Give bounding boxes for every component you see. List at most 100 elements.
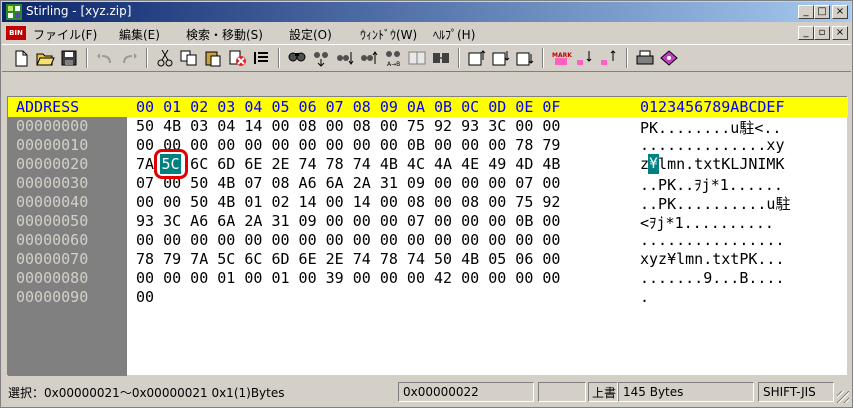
row-hex[interactable]: 93 3C A6 6A 2A 31 09 00 00 00 07 00 00 0… bbox=[136, 212, 560, 230]
hex-editor[interactable]: ADDRESS 00 01 02 03 04 05 06 07 08 09 0A… bbox=[7, 96, 848, 376]
jump-icon[interactable] bbox=[430, 48, 452, 68]
row-address: 00000040 bbox=[16, 193, 89, 211]
new-icon[interactable] bbox=[10, 48, 32, 68]
row-ascii[interactable]: xyz¥lmn.txtPK... bbox=[640, 250, 785, 268]
file-size-status: 145 Bytes bbox=[618, 382, 754, 402]
title-bar[interactable]: Stirling - [xyz.zip] _ □ × bbox=[2, 2, 851, 22]
find-up-icon[interactable] bbox=[358, 48, 380, 68]
row-ascii[interactable]: . bbox=[640, 288, 649, 306]
toolbar-separator bbox=[458, 48, 460, 68]
print-icon[interactable] bbox=[634, 48, 656, 68]
empty-status-field bbox=[538, 382, 586, 402]
redo-icon[interactable] bbox=[118, 48, 140, 68]
row-hex[interactable]: 00 00 50 4B 01 02 14 00 14 00 08 00 08 0… bbox=[136, 193, 560, 211]
delete-icon[interactable] bbox=[226, 48, 248, 68]
menu-help[interactable]: ﾍﾙﾌﾟ(H) bbox=[433, 26, 475, 43]
app-window: Stirling - [xyz.zip] _ □ × BIN ファイル(F) 編… bbox=[0, 0, 853, 408]
stirling-app-icon[interactable] bbox=[6, 4, 22, 20]
menu-settings[interactable]: 設定(O) bbox=[289, 26, 332, 43]
row-ascii[interactable]: ..PK..ｦj*1...... bbox=[640, 174, 783, 195]
mark-up-icon[interactable] bbox=[598, 48, 620, 68]
mark-icon[interactable]: MARK bbox=[550, 48, 572, 68]
doc-close-button[interactable]: × bbox=[832, 26, 848, 40]
close-icon: × bbox=[835, 6, 845, 17]
row-hex[interactable]: 00 bbox=[136, 288, 154, 306]
bookmark-set-icon[interactable] bbox=[466, 48, 488, 68]
column-header: ADDRESS 00 01 02 03 04 05 06 07 08 09 0A… bbox=[8, 97, 848, 117]
doc-restore-button[interactable]: ▫ bbox=[814, 26, 830, 40]
toolbar-separator bbox=[278, 48, 280, 68]
row-hex[interactable]: 7A 6C 6D 6E 2E 74 78 74 4B 4C 4A 4E 49 4… bbox=[136, 155, 560, 173]
doc-close-icon: × bbox=[835, 27, 845, 38]
hex-row: 00000090 00 . bbox=[8, 288, 848, 308]
row-hex[interactable]: 00 00 00 00 00 00 00 00 00 00 0B 00 00 0… bbox=[136, 136, 560, 154]
toolbar-separator bbox=[86, 48, 88, 68]
menu-file[interactable]: ファイル(F) bbox=[33, 26, 97, 43]
svg-text:MARK: MARK bbox=[552, 52, 572, 59]
hex-row: 00000050 93 3C A6 6A 2A 31 09 00 00 00 0… bbox=[8, 212, 848, 232]
row-address: 00000090 bbox=[16, 288, 89, 306]
row-hex[interactable]: 78 79 7A 5C 6C 6D 6E 2E 74 78 74 50 4B 0… bbox=[136, 250, 560, 268]
address-header: ADDRESS bbox=[16, 98, 80, 116]
hex-row: 00000060 00 00 00 00 00 00 00 00 00 00 0… bbox=[8, 231, 848, 251]
svg-text:A→B: A→B bbox=[387, 61, 400, 68]
menu-bar: BIN ファイル(F) 編集(E) 検索・移動(S) 設定(O) ｳｨﾝﾄﾞｳ(… bbox=[2, 23, 851, 43]
minimize-icon: _ bbox=[803, 6, 809, 17]
copy-icon[interactable] bbox=[178, 48, 200, 68]
row-ascii[interactable]: ..............xy bbox=[640, 136, 785, 154]
maximize-button[interactable]: □ bbox=[814, 5, 830, 19]
row-address: 00000070 bbox=[16, 250, 89, 268]
open-icon[interactable] bbox=[34, 48, 56, 68]
row-hex[interactable]: 00 00 00 00 00 00 00 00 00 00 00 00 00 0… bbox=[136, 231, 560, 249]
paste-icon[interactable] bbox=[202, 48, 224, 68]
highlight-circle bbox=[154, 149, 188, 179]
overwrite-mode-status: 上書 bbox=[592, 386, 616, 400]
close-button[interactable]: × bbox=[832, 5, 848, 19]
bookmark-next-icon[interactable] bbox=[490, 48, 512, 68]
hex-row: 00000030 07 00 50 4B 07 08 A6 6A 2A 31 0… bbox=[8, 174, 848, 194]
find-down-icon[interactable] bbox=[334, 48, 356, 68]
toolbar: A→B MARK bbox=[2, 44, 851, 72]
find-next-icon[interactable] bbox=[310, 48, 332, 68]
row-hex[interactable]: 00 00 00 01 00 01 00 39 00 00 00 42 00 0… bbox=[136, 269, 560, 287]
undo-icon[interactable] bbox=[94, 48, 116, 68]
toolbar-separator bbox=[542, 48, 544, 68]
menu-edit[interactable]: 編集(E) bbox=[119, 26, 160, 43]
resize-grip-icon[interactable] bbox=[837, 391, 849, 403]
status-bar: 選択：0x00000021～0x00000021 0x1(1)Bytes 0x0… bbox=[2, 379, 851, 405]
mark-down-icon[interactable] bbox=[574, 48, 596, 68]
row-hex[interactable]: 50 4B 03 04 14 00 08 00 08 00 75 92 93 3… bbox=[136, 117, 560, 135]
doc-minimize-button[interactable]: _ bbox=[798, 26, 814, 40]
hex-row: 00000080 00 00 00 01 00 01 00 39 00 00 0… bbox=[8, 269, 848, 289]
cut-icon[interactable] bbox=[154, 48, 176, 68]
menu-search-move[interactable]: 検索・移動(S) bbox=[186, 26, 263, 43]
selected-ascii-char[interactable]: ¥ bbox=[648, 154, 659, 174]
bookmark-prev-icon[interactable] bbox=[514, 48, 536, 68]
minimize-button[interactable]: _ bbox=[798, 5, 814, 19]
row-address: 00000020 bbox=[16, 155, 89, 173]
list-icon[interactable] bbox=[250, 48, 272, 68]
find-icon[interactable] bbox=[286, 48, 308, 68]
row-address: 00000080 bbox=[16, 269, 89, 287]
row-hex[interactable]: 07 00 50 4B 07 08 A6 6A 2A 31 09 00 00 0… bbox=[136, 174, 560, 192]
find-replace-icon[interactable]: A→B bbox=[382, 48, 404, 68]
document-system-icon[interactable]: BIN bbox=[6, 26, 26, 40]
selection-range-status: 選択：0x00000021～0x00000021 0x1(1)Bytes bbox=[8, 386, 285, 400]
hex-row: 00000010 00 00 00 00 00 00 00 00 00 00 0… bbox=[8, 136, 848, 156]
toolbar-separator bbox=[146, 48, 148, 68]
doc-restore-icon: ▫ bbox=[818, 27, 826, 38]
hex-row: 00000000 50 4B 03 04 14 00 08 00 08 00 7… bbox=[8, 117, 848, 137]
save-icon[interactable] bbox=[58, 48, 80, 68]
menu-window[interactable]: ｳｨﾝﾄﾞｳ(W) bbox=[360, 26, 417, 43]
row-ascii[interactable]: PK........u駐<.. bbox=[640, 117, 781, 138]
row-ascii[interactable]: <ｦj*1.......... bbox=[640, 212, 774, 233]
row-ascii[interactable]: z lmn.txtKLJNIMK bbox=[640, 155, 785, 173]
row-ascii[interactable]: ................ bbox=[640, 231, 785, 249]
row-ascii[interactable]: .......9...B.... bbox=[640, 269, 785, 287]
properties-icon[interactable] bbox=[658, 48, 680, 68]
row-address: 00000060 bbox=[16, 231, 89, 249]
compare-icon[interactable] bbox=[406, 48, 428, 68]
row-ascii[interactable]: ..PK..........u駐 bbox=[640, 193, 790, 214]
cursor-offset-status: 0x00000022 bbox=[398, 382, 534, 402]
hex-row: 00000020 7A 6C 6D 6E 2E 74 78 74 4B 4C 4… bbox=[8, 155, 848, 175]
